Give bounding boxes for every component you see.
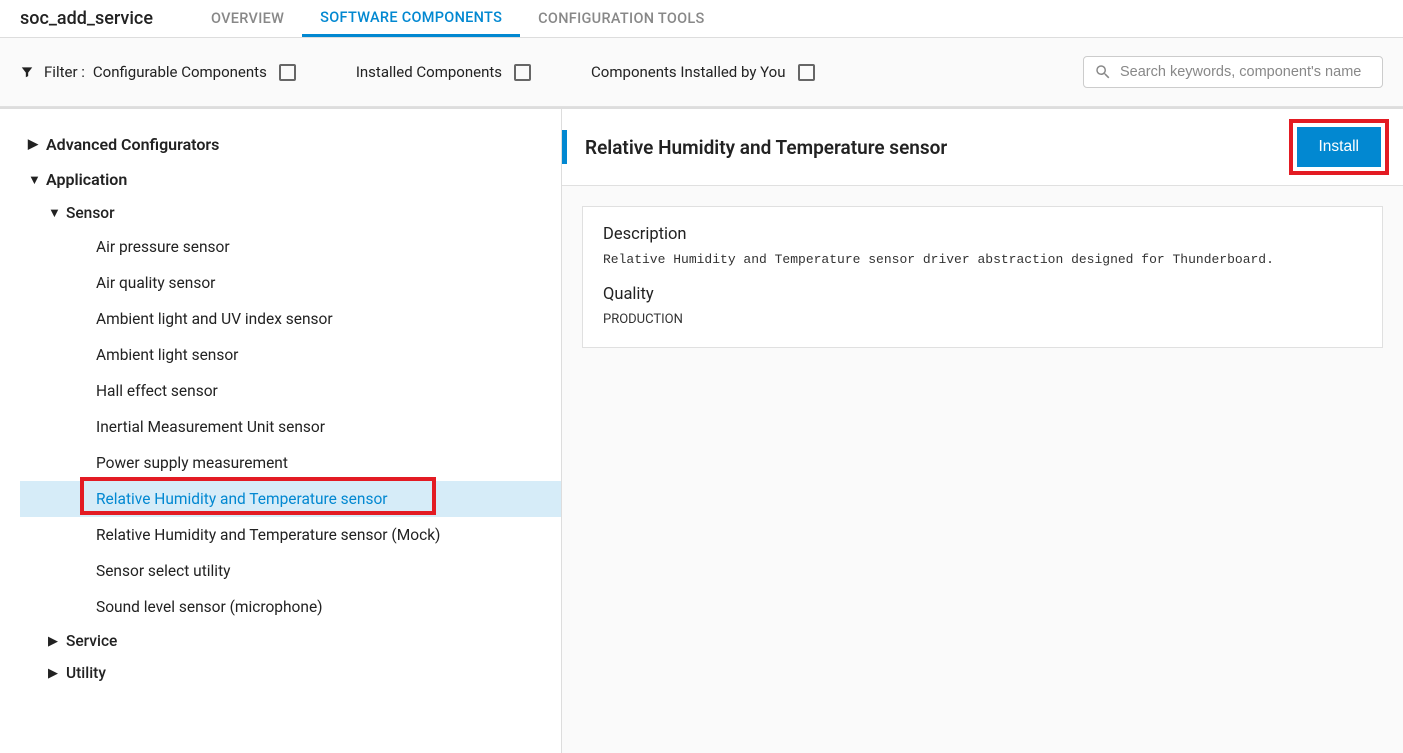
install-wrap: Install	[1297, 127, 1382, 167]
tree-node[interactable]: ▶ Utility	[20, 657, 561, 689]
tree-leaf[interactable]: Hall effect sensor	[20, 373, 561, 409]
tree-node[interactable]: ▶ Service	[20, 625, 561, 657]
filter-checkbox[interactable]	[514, 64, 531, 81]
tree-leaf[interactable]: Ambient light sensor	[20, 337, 561, 373]
filter-item-label: Components Installed by You	[591, 63, 785, 81]
filter-item-1: Installed Components	[356, 63, 531, 81]
tree-leaf-label: Air pressure sensor	[96, 238, 230, 256]
tree-leaf[interactable]: Air quality sensor	[20, 265, 561, 301]
tree-node[interactable]: ▼ Sensor	[20, 197, 561, 229]
page-title: soc_add_service	[20, 8, 153, 29]
tree-node-label: Utility	[66, 664, 106, 682]
caret-icon: ▼	[48, 205, 58, 221]
search-box[interactable]	[1083, 56, 1383, 88]
tree-leaf-label: Power supply measurement	[96, 454, 288, 472]
caret-icon: ▶	[48, 666, 58, 681]
tab-software-components[interactable]: SOFTWARE COMPONENTS	[302, 0, 520, 37]
description-text: Relative Humidity and Temperature sensor…	[603, 252, 1362, 267]
tree-node-label: Advanced Configurators	[46, 135, 219, 154]
tree-panel[interactable]: ▶ Advanced Configurators ▼ Application ▼ Sens…	[0, 109, 562, 753]
filter-checkbox[interactable]	[798, 64, 815, 81]
search-icon	[1094, 63, 1112, 81]
tree-node-label: Service	[66, 632, 117, 650]
accent-bar	[562, 130, 567, 164]
tree-leaf[interactable]: Sensor select utility	[20, 553, 561, 589]
description-label: Description	[603, 225, 1362, 244]
filter-item-label: Configurable Components	[93, 63, 267, 81]
caret-icon: ▶	[28, 137, 38, 152]
tree-leaf[interactable]: Relative Humidity and Temperature sensor…	[20, 517, 561, 553]
tree-leaf[interactable]: Ambient light and UV index sensor	[20, 301, 561, 337]
quality-value: PRODUCTION	[603, 312, 1362, 327]
tree-leaf-label: Sound level sensor (microphone)	[96, 598, 323, 616]
filter-item-0: Configurable Components	[93, 63, 296, 81]
install-button[interactable]: Install	[1297, 127, 1382, 167]
filter-icon	[20, 65, 34, 79]
tree-leaf[interactable]: Air pressure sensor	[20, 229, 561, 265]
tree-leaf[interactable]: Power supply measurement	[20, 445, 561, 481]
tree-leaf-label: Air quality sensor	[96, 274, 215, 292]
filter-item-2: Components Installed by You	[591, 63, 814, 81]
tab-configuration-tools[interactable]: CONFIGURATION TOOLS	[520, 0, 722, 37]
tree-leaf-label: Sensor select utility	[96, 562, 230, 580]
tabs: OVERVIEWSOFTWARE COMPONENTSCONFIGURATION…	[193, 0, 723, 37]
component-title: Relative Humidity and Temperature sensor	[585, 136, 1297, 159]
tree-node-label: Application	[46, 170, 127, 189]
content: ▶ Advanced Configurators ▼ Application ▼ Sens…	[0, 107, 1403, 753]
tree-leaf-label: Inertial Measurement Unit sensor	[96, 418, 325, 436]
search-input[interactable]	[1120, 64, 1372, 80]
detail-header: Relative Humidity and Temperature sensor…	[562, 109, 1403, 186]
filterbar: Filter : Configurable Components Installe…	[0, 38, 1403, 107]
detail-panel: Relative Humidity and Temperature sensor…	[562, 109, 1403, 753]
tree-node[interactable]: ▶ Advanced Configurators	[0, 127, 561, 162]
tree-leaf-label: Hall effect sensor	[96, 382, 218, 400]
filter-item-label: Installed Components	[356, 63, 502, 81]
tree-node[interactable]: ▼ Application	[0, 162, 561, 197]
tree-leaf[interactable]: Inertial Measurement Unit sensor	[20, 409, 561, 445]
description-card: Description Relative Humidity and Temper…	[582, 206, 1383, 348]
detail-body: Description Relative Humidity and Temper…	[562, 186, 1403, 753]
quality-label: Quality	[603, 285, 1362, 304]
tree-leaf-label: Relative Humidity and Temperature sensor…	[96, 526, 440, 544]
tree-leaf[interactable]: Relative Humidity and Temperature sensor	[20, 481, 561, 517]
filter-checkbox[interactable]	[279, 64, 296, 81]
tree-node-label: Sensor	[66, 204, 115, 222]
filter-items: Configurable Components Installed Compone…	[93, 63, 875, 81]
caret-icon: ▼	[28, 172, 38, 188]
tab-overview[interactable]: OVERVIEW	[193, 0, 302, 37]
caret-icon: ▶	[48, 634, 58, 649]
tree-leaf-label: Ambient light and UV index sensor	[96, 310, 333, 328]
tree-leaf-label: Relative Humidity and Temperature sensor	[96, 490, 388, 508]
filter-label: Filter :	[44, 63, 85, 81]
tree-leaf-label: Ambient light sensor	[96, 346, 238, 364]
tree-leaf[interactable]: Sound level sensor (microphone)	[20, 589, 561, 625]
header: soc_add_service OVERVIEWSOFTWARE COMPONE…	[0, 0, 1403, 38]
